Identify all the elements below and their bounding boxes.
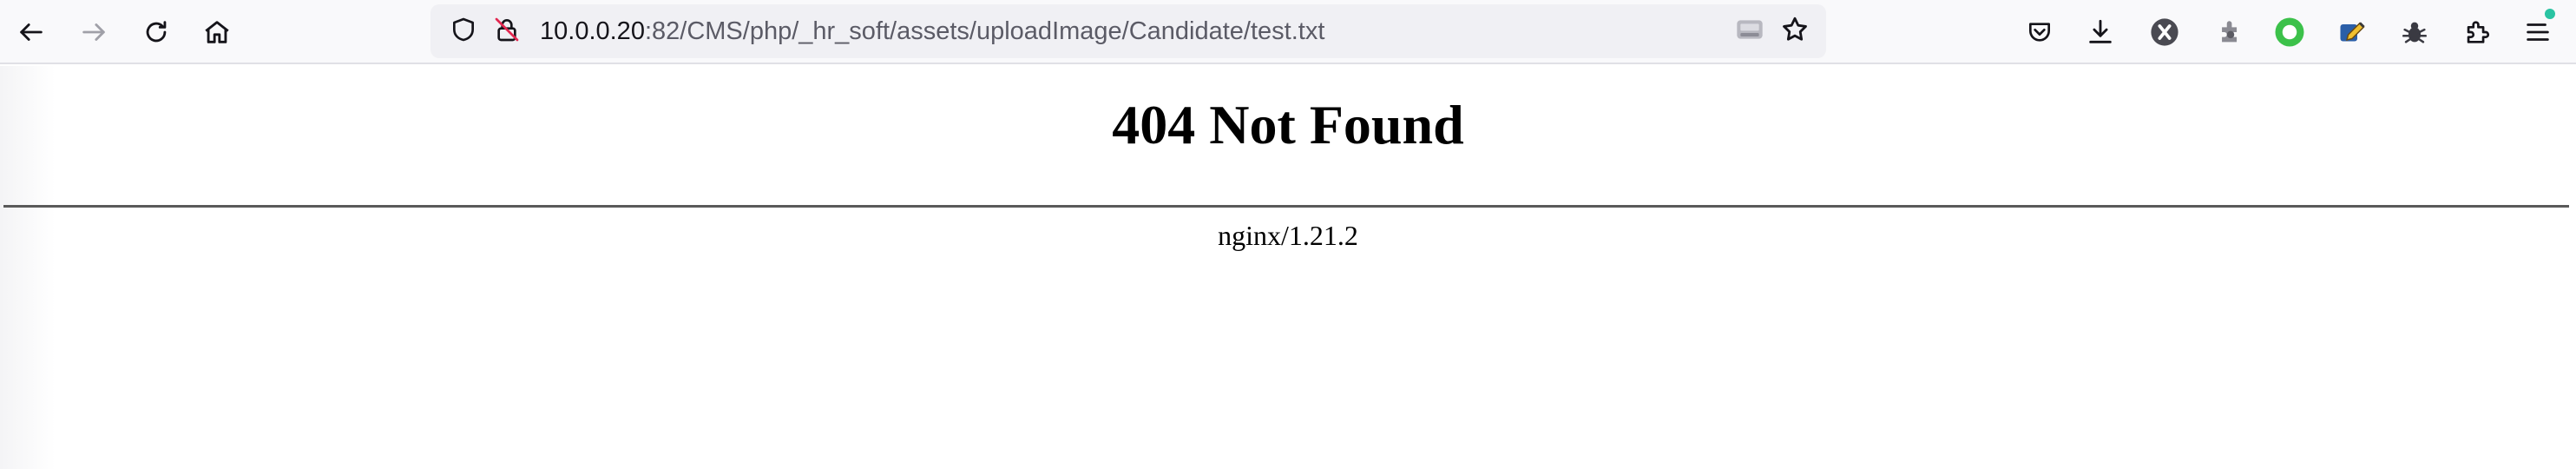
- star-icon: [1780, 15, 1810, 49]
- edit-extension-icon: [2336, 17, 2368, 48]
- reader-view-button[interactable]: [1731, 12, 1769, 50]
- extension-x-button[interactable]: [2144, 11, 2185, 53]
- update-badge: [2545, 9, 2555, 19]
- forward-button[interactable]: [73, 11, 115, 53]
- url-path: :82/CMS/php/_hr_soft/assets/uploadImage/…: [644, 17, 1325, 45]
- bug-extension-icon: [2400, 17, 2429, 47]
- site-security-button[interactable]: [488, 12, 526, 50]
- reload-icon: [141, 17, 171, 47]
- downloads-button[interactable]: [2080, 11, 2121, 53]
- reader-view-icon: [1734, 16, 1765, 48]
- extensions-menu-button[interactable]: [2456, 11, 2498, 53]
- pocket-icon: [2026, 18, 2054, 46]
- server-signature: nginx/1.21.2: [1218, 220, 1358, 251]
- insecure-lock-icon: [493, 16, 521, 48]
- bookmark-button[interactable]: [1776, 12, 1814, 50]
- shield-icon: [450, 16, 477, 48]
- forward-arrow-icon: [79, 17, 108, 47]
- extension-puzzle-bug-button[interactable]: [2210, 11, 2251, 53]
- page-title: 404 Not Found: [1112, 94, 1464, 155]
- hamburger-menu-icon: [2523, 17, 2553, 47]
- home-icon: [202, 17, 232, 47]
- extension-green-ring-button[interactable]: [2269, 11, 2310, 53]
- page-content: 404 Not Found nginx/1.21.2: [0, 66, 2576, 469]
- url-bar[interactable]: 10.0.0.20:82/CMS/php/_hr_soft/assets/upl…: [430, 4, 1826, 58]
- back-button[interactable]: [10, 11, 52, 53]
- extension-bug-button[interactable]: [2394, 11, 2435, 53]
- download-icon: [2086, 17, 2115, 47]
- back-arrow-icon: [16, 17, 46, 47]
- puzzle-bug-extension-icon: [2216, 17, 2245, 47]
- x-extension-icon: [2150, 17, 2179, 47]
- url-text[interactable]: 10.0.0.20:82/CMS/php/_hr_soft/assets/upl…: [540, 4, 1324, 58]
- reload-button[interactable]: [135, 11, 177, 53]
- divider: [3, 205, 2569, 208]
- green-ring-extension-icon: [2274, 17, 2305, 48]
- extension-edit-button[interactable]: [2331, 11, 2373, 53]
- extensions-puzzle-icon: [2462, 17, 2492, 47]
- home-button[interactable]: [196, 11, 238, 53]
- tracking-protection-button[interactable]: [444, 12, 483, 50]
- browser-toolbar: 10.0.0.20:82/CMS/php/_hr_soft/assets/upl…: [0, 0, 2576, 64]
- pocket-button[interactable]: [2019, 11, 2060, 53]
- url-host: 10.0.0.20: [540, 17, 645, 45]
